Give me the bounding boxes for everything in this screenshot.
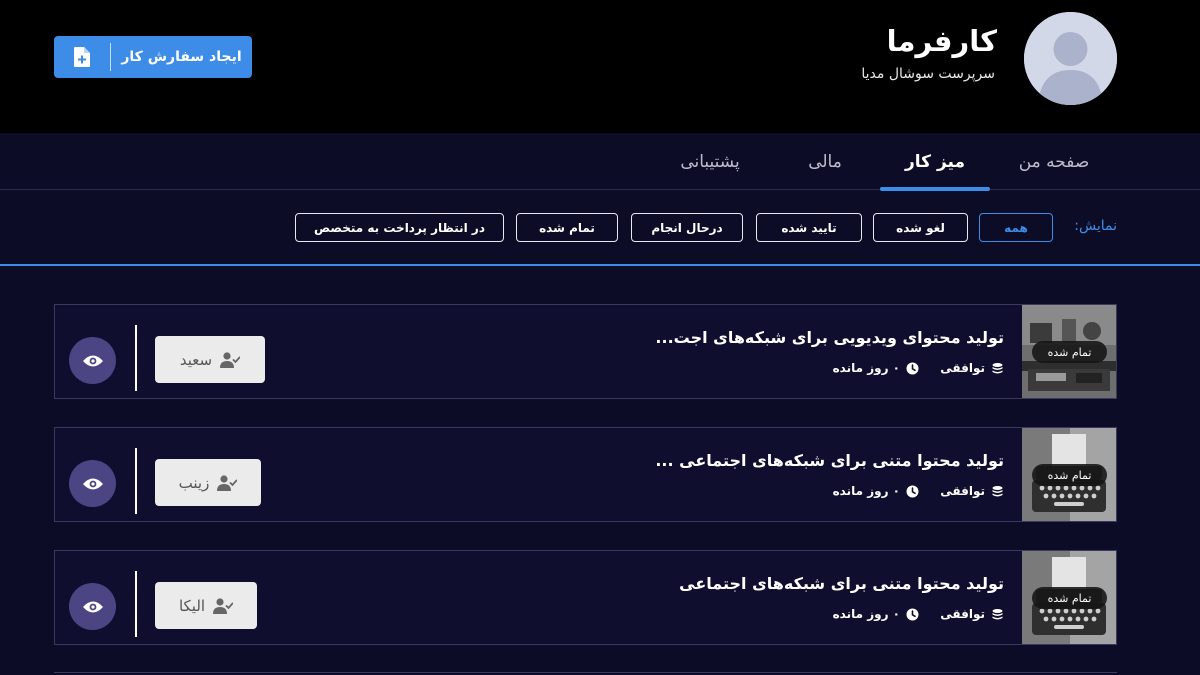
filter-all[interactable]: همه bbox=[979, 213, 1053, 242]
filter-awaiting-payment[interactable]: در انتظار پرداخت به متخصص bbox=[295, 213, 504, 242]
file-plus-icon bbox=[74, 47, 90, 67]
clock-icon bbox=[906, 485, 919, 497]
eye-icon bbox=[82, 478, 103, 489]
filter-approved[interactable]: تایید شده bbox=[756, 213, 862, 242]
avatar[interactable] bbox=[1024, 12, 1117, 105]
assignee-button[interactable]: سعید bbox=[155, 336, 265, 383]
create-order-label: ایجاد سفارش کار bbox=[121, 49, 242, 65]
order-thumbnail: تمام شده bbox=[1022, 551, 1116, 644]
filter-bar: نمایش: همه لغو شده تایید شده درحال انجام… bbox=[0, 191, 1200, 266]
order-card[interactable]: تمام شده تولید محتوای ویدیویی برای شبکه‌… bbox=[54, 304, 1117, 399]
tab-support[interactable]: پشتیبانی bbox=[662, 133, 758, 190]
order-price-text: توافقی bbox=[940, 484, 985, 498]
order-time-left-text: ۰ روز مانده bbox=[832, 607, 900, 621]
user-role: سرپرست سوشال مدیا bbox=[861, 66, 995, 82]
order-time-left: ۰ روز مانده bbox=[833, 484, 919, 498]
user-silhouette-icon bbox=[1024, 12, 1117, 105]
filter-label: نمایش: bbox=[1074, 218, 1117, 234]
assignee-button[interactable]: زینب bbox=[155, 459, 261, 506]
card-divider bbox=[135, 571, 137, 637]
clock-icon bbox=[906, 608, 919, 620]
filter-cancelled[interactable]: لغو شده bbox=[873, 213, 968, 242]
order-title[interactable]: تولید محتوا متنی برای شبکه‌های اجتماعی .… bbox=[655, 451, 1004, 470]
order-card[interactable]: تمام شده تولید محتوا متنی برای شبکه‌های … bbox=[54, 427, 1117, 522]
user-name: کارفرما bbox=[886, 24, 997, 58]
order-card[interactable]: تمام شده تولید محتوا متنی برای شبکه‌های … bbox=[54, 550, 1117, 645]
assignee-button[interactable]: الیکا bbox=[155, 582, 257, 629]
user-check-icon bbox=[213, 597, 234, 614]
view-order-button[interactable] bbox=[69, 583, 116, 630]
assignee-name: زینب bbox=[178, 473, 210, 492]
filter-in-progress[interactable]: درحال انجام bbox=[631, 213, 743, 242]
order-thumbnail: تمام شده bbox=[1022, 305, 1116, 398]
create-order-icon-wrap bbox=[54, 36, 110, 78]
assignee-name: سعید bbox=[179, 350, 213, 369]
view-order-button[interactable] bbox=[69, 337, 116, 384]
clock-icon bbox=[906, 362, 919, 374]
order-title[interactable]: تولید محتوای ویدیویی برای شبکه‌های اجت..… bbox=[655, 328, 1004, 347]
order-price-text: توافقی bbox=[940, 361, 985, 375]
order-price: توافقی bbox=[940, 484, 1004, 498]
eye-icon bbox=[82, 355, 103, 366]
order-time-left-text: ۰ روز مانده bbox=[832, 361, 900, 375]
order-time-left: ۰ روز مانده bbox=[833, 361, 919, 375]
user-check-icon bbox=[217, 474, 238, 491]
order-status-badge: تمام شده bbox=[1032, 587, 1107, 609]
coins-icon bbox=[992, 362, 1003, 373]
assignee-name: الیکا bbox=[178, 596, 206, 615]
order-status-badge: تمام شده bbox=[1032, 341, 1107, 363]
order-thumbnail: تمام شده bbox=[1022, 428, 1116, 521]
create-order-button[interactable]: ایجاد سفارش کار bbox=[54, 36, 252, 78]
filter-completed[interactable]: تمام شده bbox=[516, 213, 618, 242]
card-divider bbox=[135, 448, 137, 514]
order-price-text: توافقی bbox=[940, 607, 985, 621]
eye-icon bbox=[82, 601, 103, 612]
app-header: کارفرما سرپرست سوشال مدیا ایجاد سفارش کا… bbox=[0, 0, 1200, 133]
order-price: توافقی bbox=[940, 607, 1004, 621]
order-title[interactable]: تولید محتوا متنی برای شبکه‌های اجتماعی bbox=[679, 574, 1004, 593]
user-check-icon bbox=[220, 351, 241, 368]
tab-workdesk[interactable]: میز کار bbox=[880, 133, 990, 191]
tab-my-page[interactable]: صفحه من bbox=[990, 133, 1118, 190]
coins-icon bbox=[992, 608, 1003, 619]
card-divider bbox=[135, 325, 137, 391]
order-price: توافقی bbox=[940, 361, 1004, 375]
order-time-left: ۰ روز مانده bbox=[833, 607, 919, 621]
view-order-button[interactable] bbox=[69, 460, 116, 507]
order-status-badge: تمام شده bbox=[1032, 464, 1107, 486]
coins-icon bbox=[992, 485, 1003, 496]
main-tabs: صفحه من میز کار مالی پشتیبانی bbox=[0, 133, 1200, 191]
order-time-left-text: ۰ روز مانده bbox=[832, 484, 900, 498]
tab-finance[interactable]: مالی bbox=[780, 133, 870, 190]
